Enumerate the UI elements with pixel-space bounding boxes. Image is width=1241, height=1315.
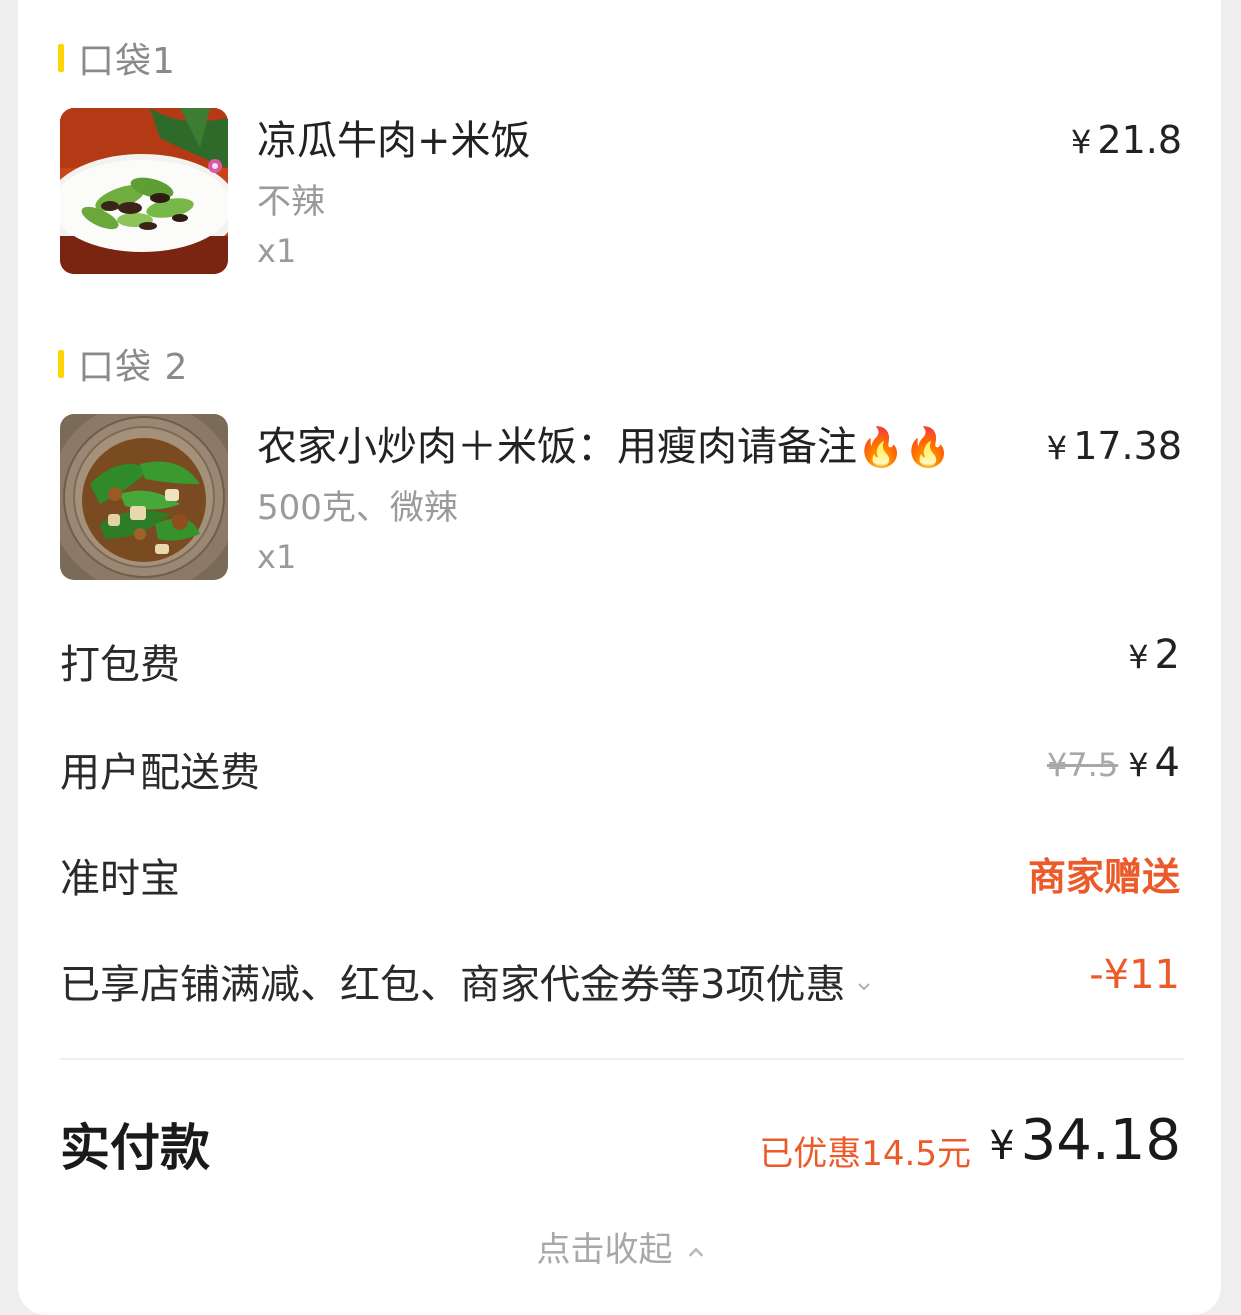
fire-emoji-icon: 🔥🔥 xyxy=(857,425,952,469)
item-1-price-value: 21.8 xyxy=(1097,118,1182,162)
pocket-1-header: 口袋1 xyxy=(58,38,176,82)
currency-symbol: ¥ xyxy=(1046,429,1068,467)
total-label: 实付款 xyxy=(60,1119,210,1177)
currency-symbol: ¥ xyxy=(1070,123,1092,161)
discount-label[interactable]: 已享店铺满减、红包、商家代金券等3项优惠 xyxy=(60,952,871,1010)
discount-label-text: 已享店铺满减、红包、商家代金券等3项优惠 xyxy=(60,962,846,1008)
discount-row[interactable]: 已享店铺满减、红包、商家代金券等3项优惠 -¥11 xyxy=(60,952,1180,1008)
packing-fee-amount: 2 xyxy=(1154,632,1180,678)
collapse-label: 点击收起 xyxy=(536,1230,673,1270)
food-thumbnail-2 xyxy=(60,414,228,580)
item-2-spec: 500克、微辣 xyxy=(257,488,458,528)
currency-symbol: ¥ xyxy=(1128,638,1149,676)
divider xyxy=(60,1058,1184,1060)
pocket-1-title: 口袋1 xyxy=(78,41,176,82)
item-2-price: ¥17.38 xyxy=(1047,424,1182,468)
item-2-name: 农家小炒肉＋米饭：用瘦肉请备注🔥🔥 xyxy=(257,414,952,472)
pocket-accent-bar xyxy=(58,350,64,378)
packing-fee-row: 打包费 ¥2 xyxy=(60,632,1180,688)
packing-fee-value: ¥2 xyxy=(1128,632,1180,678)
item-2-price-value: 17.38 xyxy=(1073,424,1182,468)
total-amount-value: 34.18 xyxy=(1020,1108,1181,1173)
pocket-2-title: 口袋 2 xyxy=(78,347,189,388)
chevron-up-icon xyxy=(688,1247,703,1257)
total-saved-text: 已优惠14.5元 xyxy=(759,1134,971,1174)
pocket-2-header: 口袋 2 xyxy=(58,344,188,388)
item-2-name-text: 农家小炒肉＋米饭：用瘦肉请备注 xyxy=(257,424,857,470)
collapse-button[interactable]: 点击收起 xyxy=(0,1222,1241,1271)
item-1-name: 凉瓜牛肉+米饭 xyxy=(257,118,531,164)
item-1-quantity: x1 xyxy=(257,232,297,270)
item-1-spec: 不辣 xyxy=(257,182,325,222)
total-amount: ¥34.18 xyxy=(989,1108,1181,1173)
order-item-2: 农家小炒肉＋米饭：用瘦肉请备注🔥🔥 500克、微辣 x1 ¥17.38 xyxy=(60,414,1182,582)
currency-symbol: ¥ xyxy=(989,1123,1015,1169)
delivery-fee-amount: 4 xyxy=(1154,740,1180,786)
chevron-down-icon[interactable] xyxy=(857,980,871,994)
food-thumbnail-1 xyxy=(60,108,228,274)
item-2-quantity: x1 xyxy=(257,538,297,576)
currency-symbol: ¥ xyxy=(1128,746,1149,784)
ontime-guarantee-label: 准时宝 xyxy=(60,856,180,902)
packing-fee-label: 打包费 xyxy=(60,642,180,688)
pocket-accent-bar xyxy=(58,44,64,72)
ontime-guarantee-row: 准时宝 商家赠送 xyxy=(60,846,1180,902)
discount-value: -¥11 xyxy=(1089,952,1180,998)
order-item-1: 凉瓜牛肉+米饭 不辣 x1 ¥21.8 xyxy=(60,108,1182,276)
delivery-fee-original: ¥7.5 xyxy=(1046,746,1119,784)
item-1-price: ¥21.8 xyxy=(1071,118,1182,162)
ontime-guarantee-value: 商家赠送 xyxy=(1027,855,1180,899)
delivery-fee-label: 用户配送费 xyxy=(60,750,260,796)
delivery-fee-row: 用户配送费 ¥7.5 ¥4 xyxy=(60,740,1180,796)
delivery-fee-value: ¥7.5 ¥4 xyxy=(1047,740,1180,786)
